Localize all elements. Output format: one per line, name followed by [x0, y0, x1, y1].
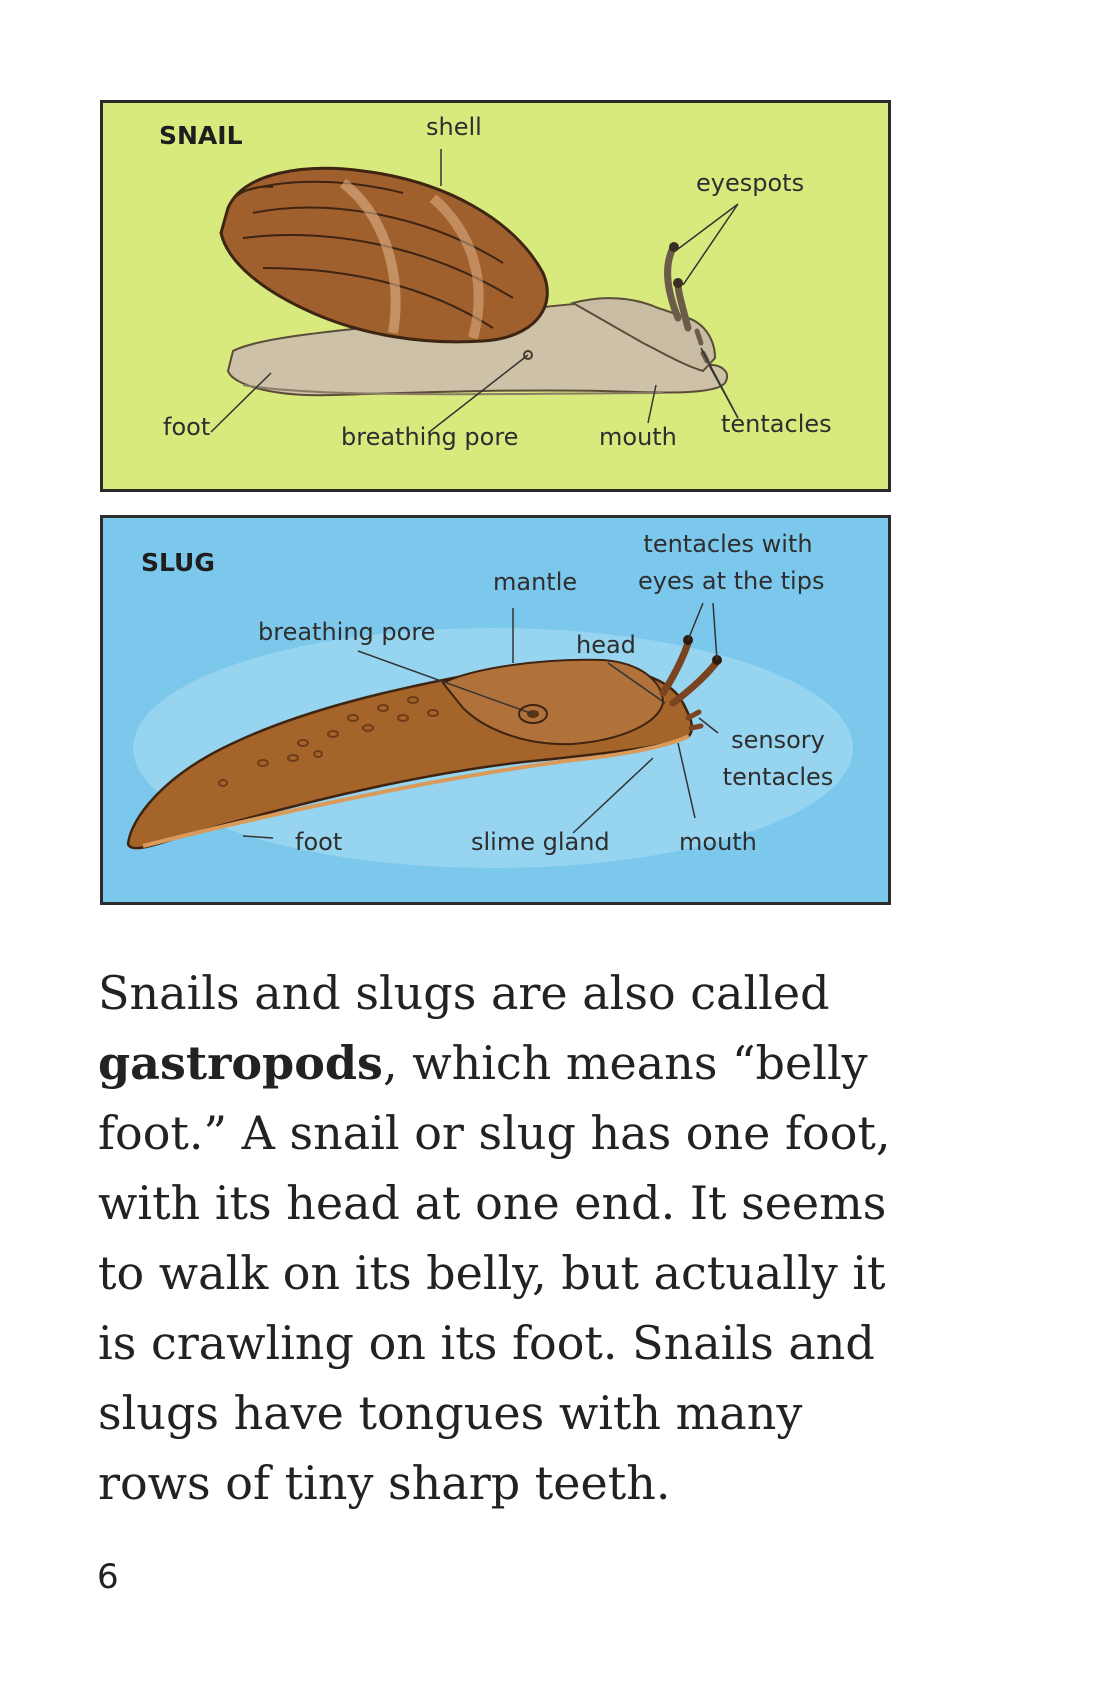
label-shell: shell	[426, 113, 482, 141]
label-tentacles-with-eyes-line1: tentacles with	[643, 530, 813, 558]
label-sensory-tentacles: sensory tentacles	[718, 726, 838, 792]
label-head: head	[576, 631, 636, 659]
label-mouth: mouth	[679, 828, 757, 856]
label-mouth: mouth	[599, 423, 677, 451]
label-sensory-tentacles-line2: tentacles	[722, 762, 834, 791]
snail-title: SNAIL	[159, 121, 243, 150]
label-tentacles-with-eyes-line2: eyes at the tips	[638, 566, 825, 595]
label-breathing-pore: breathing pore	[341, 423, 519, 451]
label-eyespots: eyespots	[696, 169, 805, 197]
snail-diagram: SNAIL shell eyespots foot breathing pore…	[100, 100, 891, 492]
body-text-part2: , which means “belly foot.” A snail or s…	[98, 1036, 891, 1510]
label-tentacles: tentacles	[721, 410, 832, 438]
label-slime-gland: slime gland	[471, 828, 610, 856]
label-foot: foot	[295, 828, 343, 856]
label-breathing-pore: breathing pore	[258, 618, 436, 646]
label-foot: foot	[163, 413, 211, 441]
label-mantle: mantle	[493, 568, 578, 596]
page-number: 6	[97, 1557, 119, 1597]
body-paragraph: Snails and slugs are also called gastrop…	[98, 958, 918, 1518]
body-text-part1: Snails and slugs are also called	[98, 966, 830, 1020]
slug-title: SLUG	[141, 548, 215, 577]
vocabulary-term: gastropods	[98, 1036, 383, 1090]
label-tentacles-with-eyes: tentacles with eyes at the tips	[638, 530, 825, 596]
label-sensory-tentacles-line1: sensory	[731, 726, 825, 754]
slug-diagram: SLUG mantle tentacles with eyes at the t…	[100, 515, 891, 905]
